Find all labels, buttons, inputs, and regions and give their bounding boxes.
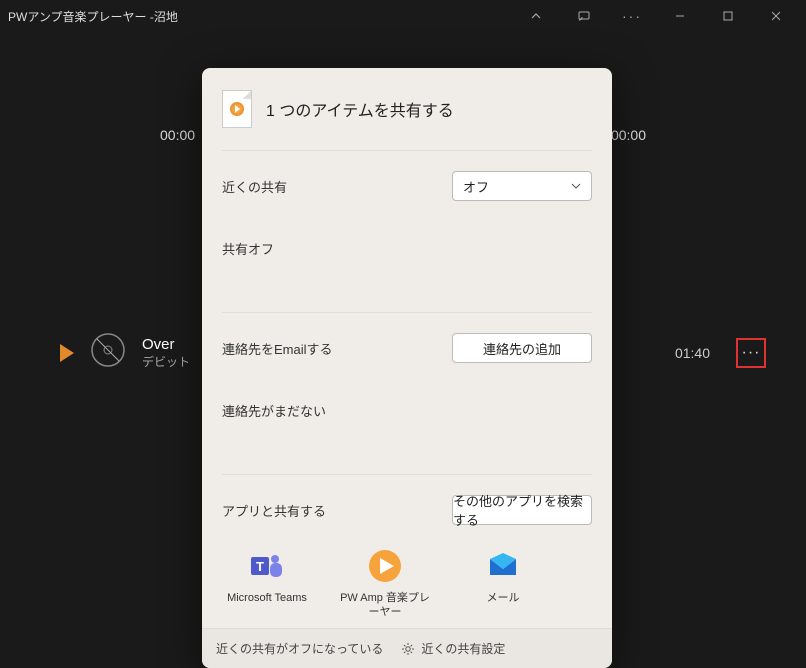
gear-icon bbox=[401, 642, 415, 656]
teams-icon: T bbox=[248, 547, 286, 585]
titlebar: PWアンプ音楽プレーヤー -沼地 ··· bbox=[0, 0, 806, 32]
chevron-down-icon bbox=[571, 181, 581, 191]
footer-nearby-off[interactable]: 近くの共有がオフになっている bbox=[216, 640, 383, 657]
cast-icon[interactable] bbox=[562, 0, 606, 32]
maximize-button[interactable] bbox=[706, 0, 750, 32]
track-info: Over デビット bbox=[142, 336, 190, 370]
track-more-button[interactable]: ··· bbox=[736, 338, 766, 368]
time-total: 00:00 bbox=[611, 127, 646, 143]
track-title: Over bbox=[142, 336, 190, 353]
play-icon[interactable] bbox=[60, 344, 74, 362]
find-more-apps-button[interactable]: その他のアプリを検索する bbox=[452, 495, 592, 525]
app-label: PW Amp 音楽プレーヤー bbox=[340, 591, 430, 620]
disc-icon bbox=[90, 332, 126, 373]
minimize-button[interactable] bbox=[658, 0, 702, 32]
app-label: メール bbox=[487, 591, 520, 605]
nearby-value: オフ bbox=[463, 177, 489, 196]
share-title: 1 つのアイテムを共有する bbox=[266, 97, 454, 121]
pwamp-icon bbox=[366, 547, 404, 585]
time-elapsed: 00:00 bbox=[160, 127, 195, 143]
email-label: 連絡先をEmailする bbox=[222, 339, 333, 358]
file-icon bbox=[222, 90, 252, 128]
apps-label: アプリと共有する bbox=[222, 501, 326, 520]
nearby-status: 共有オフ bbox=[222, 209, 592, 298]
app-label: Microsoft Teams bbox=[227, 591, 307, 605]
window-title: PWアンプ音楽プレーヤー -沼地 bbox=[8, 8, 514, 25]
no-contacts: 連絡先がまだない bbox=[222, 371, 592, 460]
track-artist: デビット bbox=[142, 353, 190, 370]
share-dialog: 1 つのアイテムを共有する 近くの共有 オフ 共有オフ 連絡先をEmailする … bbox=[202, 68, 612, 668]
share-app-mail[interactable]: メール bbox=[458, 547, 548, 620]
more-icon[interactable]: ··· bbox=[610, 0, 654, 32]
nearby-label: 近くの共有 bbox=[222, 177, 287, 196]
close-button[interactable] bbox=[754, 0, 798, 32]
footer-nearby-settings[interactable]: 近くの共有設定 bbox=[401, 640, 505, 657]
mail-icon bbox=[484, 547, 522, 585]
share-app-teams[interactable]: T Microsoft Teams bbox=[222, 547, 312, 620]
apps-section: アプリと共有する その他のアプリを検索する T Microsoft Teams bbox=[222, 479, 592, 628]
svg-text:T: T bbox=[256, 559, 264, 574]
add-contact-button[interactable]: 連絡先の追加 bbox=[452, 333, 592, 363]
share-app-pwamp[interactable]: PW Amp 音楽プレーヤー bbox=[340, 547, 430, 620]
main-area: 00:00 00:00 Over デビット 01:40 ··· 1 つのアイテム… bbox=[0, 32, 806, 662]
share-body: 近くの共有 オフ 共有オフ 連絡先をEmailする 連絡先の追加 連絡先がまだな… bbox=[202, 146, 612, 628]
share-header: 1 つのアイテムを共有する bbox=[202, 68, 612, 146]
titlebar-controls: ··· bbox=[514, 0, 798, 32]
email-section: 連絡先をEmailする 連絡先の追加 連絡先がまだない bbox=[222, 317, 592, 470]
chevron-up-icon[interactable] bbox=[514, 0, 558, 32]
track-duration: 01:40 bbox=[675, 345, 710, 361]
share-footer: 近くの共有がオフになっている 近くの共有設定 bbox=[202, 628, 612, 668]
nearby-section: 近くの共有 オフ 共有オフ bbox=[222, 155, 592, 308]
nearby-dropdown[interactable]: オフ bbox=[452, 171, 592, 201]
share-apps-row: T Microsoft Teams PW Amp 音楽プレーヤー bbox=[222, 533, 592, 628]
